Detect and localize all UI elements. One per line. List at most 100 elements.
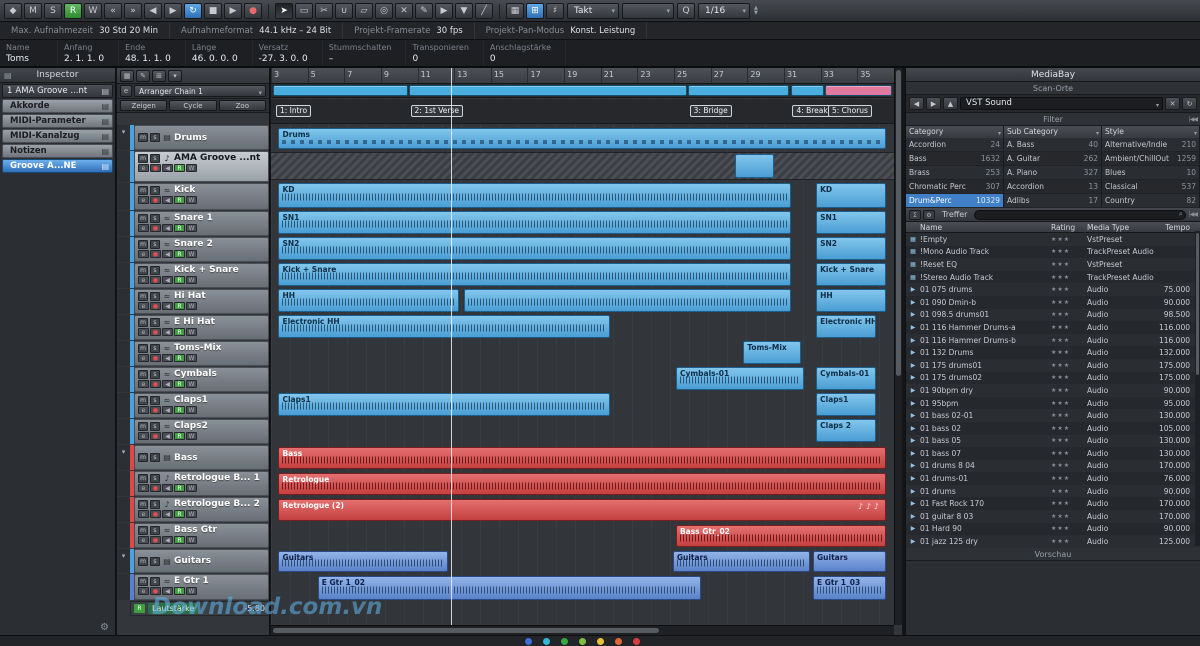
result-rating[interactable]: ★★★ <box>1051 261 1087 268</box>
arranger-chain-select[interactable]: Arranger Chain 1 <box>134 85 266 97</box>
dock-icon[interactable] <box>543 638 550 645</box>
track-solo-button[interactable]: s <box>150 292 160 301</box>
audio-clip[interactable]: Guitars <box>278 551 447 572</box>
info-field[interactable]: Länge 46. 0. 0. 0 <box>186 40 253 66</box>
arranger-segment[interactable] <box>825 85 892 96</box>
track-expand-chevron[interactable] <box>117 237 130 262</box>
audio-clip[interactable]: E Gtr 1_02 <box>318 576 701 600</box>
gear-icon[interactable]: ⚙ <box>100 622 109 633</box>
track-record-button[interactable]: ● <box>150 276 161 284</box>
toolbar-button[interactable]: ■ <box>204 3 222 19</box>
track-monitor-button[interactable]: ◀ <box>162 328 173 336</box>
result-row[interactable]: ▶ 01 075 drums ★★★ Audio 75.000 <box>906 283 1200 296</box>
track-expand-chevron[interactable] <box>117 471 130 496</box>
result-rating[interactable]: ★★★ <box>1051 274 1087 281</box>
track-edit-button[interactable]: e <box>138 432 149 440</box>
playhead-cursor[interactable] <box>451 68 452 625</box>
track-expand-chevron[interactable] <box>117 211 130 236</box>
arranger-section-tag[interactable]: 2: 1st Verse <box>411 105 463 117</box>
track-row[interactable]: m s ≈ Kick e ● ◀ R W <box>117 183 269 210</box>
result-rating[interactable]: ★★★ <box>1051 437 1087 444</box>
quantize-toggle-button[interactable]: Q <box>677 3 695 19</box>
track-mute-button[interactable]: m <box>138 370 148 379</box>
panel-icon[interactable]: ▤ <box>101 100 109 113</box>
result-rating[interactable]: ★★★ <box>1051 248 1087 255</box>
track-expand-chevron[interactable]: ▾ <box>117 549 130 573</box>
result-row[interactable]: ▶ 01 175 drums02 ★★★ Audio 175.000 <box>906 372 1200 385</box>
track-expand-chevron[interactable]: ▾ <box>117 445 130 470</box>
track-mute-button[interactable]: m <box>138 318 148 327</box>
location-nav-button[interactable]: ◀ <box>909 97 924 110</box>
edit-tool-button[interactable]: ➤ <box>275 3 293 19</box>
track-record-button[interactable]: ● <box>150 587 161 595</box>
track-row[interactable]: m s ≈ Toms-Mix e ● ◀ R W <box>117 341 269 366</box>
track-record-button[interactable]: ● <box>150 196 161 204</box>
track-expand-chevron[interactable] <box>117 289 130 314</box>
result-rating[interactable]: ★★★ <box>1051 513 1087 520</box>
audio-clip[interactable]: HH <box>278 289 459 312</box>
result-play-icon[interactable]: ▦ <box>906 274 920 281</box>
result-row[interactable]: ▶ 01 bass 05 ★★★ Audio 130.000 <box>906 435 1200 448</box>
filter-item[interactable]: Drum&Perc 10329 <box>906 194 1003 208</box>
result-row[interactable]: ▦ !Stereo Audio Track ★★★ TrackPreset Au… <box>906 271 1200 284</box>
toolbar-button[interactable]: « <box>104 3 122 19</box>
track-record-button[interactable]: ● <box>150 406 161 414</box>
snap-button[interactable]: ⊞ <box>526 3 544 19</box>
track-write-button[interactable]: W <box>186 380 197 388</box>
result-rating[interactable]: ★★★ <box>1051 462 1087 469</box>
column-header-name[interactable]: Name <box>906 222 1051 232</box>
result-row[interactable]: ▦ !Reset EQ ★★★ VstPreset <box>906 258 1200 271</box>
track-row[interactable]: ▾ m s ▤ Drums e ● ◀ R W <box>117 125 269 150</box>
track-read-button[interactable]: R <box>174 302 185 310</box>
track-mute-button[interactable]: m <box>138 266 148 275</box>
filter-item[interactable]: Accordion 13 <box>1004 180 1101 194</box>
inspector-section[interactable]: Notizen ▤ <box>2 144 113 158</box>
result-rating[interactable]: ★★★ <box>1051 236 1087 243</box>
filter-item[interactable]: Blues 10 <box>1102 166 1199 180</box>
audio-clip[interactable]: Cymbals-01 <box>816 367 876 390</box>
track-list-toolbar-icon[interactable]: ✎ <box>136 70 150 82</box>
audio-clip[interactable]: SN1 <box>278 211 790 234</box>
inspector-section[interactable]: 1AMA Groove ...nt ▤ <box>2 84 113 98</box>
track-list-toolbar-icon[interactable]: ⊞ <box>152 70 166 82</box>
track-expand-chevron[interactable] <box>117 574 130 600</box>
info-field[interactable]: Ende 48. 1. 1. 0 <box>119 40 186 66</box>
filter-column-header[interactable]: Sub Category <box>1004 126 1101 138</box>
track-read-button[interactable]: R <box>174 432 185 440</box>
track-read-button[interactable]: R <box>174 224 185 232</box>
track-write-button[interactable]: W <box>186 510 197 518</box>
track-expand-chevron[interactable] <box>117 315 130 340</box>
info-field-value[interactable]: Toms <box>6 54 43 64</box>
track-record-button[interactable]: ● <box>150 484 161 492</box>
track-write-button[interactable]: W <box>186 302 197 310</box>
result-rating[interactable]: ★★★ <box>1051 475 1087 482</box>
column-header-mediatype[interactable]: Media Type <box>1087 222 1159 232</box>
result-rating[interactable]: ★★★ <box>1051 374 1087 381</box>
track-record-button[interactable]: ● <box>150 328 161 336</box>
panel-icon[interactable]: ▤ <box>101 115 109 128</box>
automation-read-button[interactable]: R <box>134 604 145 613</box>
info-field-value[interactable]: 46. 0. 0. 0 <box>192 54 238 64</box>
track-monitor-button[interactable]: ◀ <box>162 406 173 414</box>
automation-lane-row[interactable]: R Lautstärke -5.80 <box>130 601 269 616</box>
audio-clip[interactable]: Electronic HH <box>816 315 876 338</box>
track-edit-button[interactable]: e <box>138 354 149 362</box>
arranger-section-tag[interactable]: 1: Intro <box>276 105 311 117</box>
track-solo-button[interactable]: s <box>150 214 160 223</box>
track-read-button[interactable]: R <box>174 250 185 258</box>
edit-tool-button[interactable]: ▱ <box>355 3 373 19</box>
results-toolbar-icon[interactable]: ⚙ <box>923 210 935 220</box>
result-rating[interactable]: ★★★ <box>1051 412 1087 419</box>
filter-header[interactable]: Filter |◀◀ <box>906 113 1200 126</box>
track-edit-button[interactable]: e <box>138 164 149 172</box>
track-read-button[interactable]: R <box>174 406 185 414</box>
edit-tool-button[interactable]: ▶ <box>435 3 453 19</box>
track-edit-button[interactable]: e <box>138 587 149 595</box>
track-mute-button[interactable]: m <box>138 292 148 301</box>
filter-item[interactable]: Brass 253 <box>906 166 1003 180</box>
column-header-rating[interactable]: Rating <box>1051 222 1087 232</box>
track-mute-button[interactable]: m <box>138 240 148 249</box>
quantize-pattern-select[interactable] <box>622 3 674 19</box>
result-play-icon[interactable]: ▶ <box>906 324 920 331</box>
track-expand-chevron[interactable] <box>117 497 130 522</box>
